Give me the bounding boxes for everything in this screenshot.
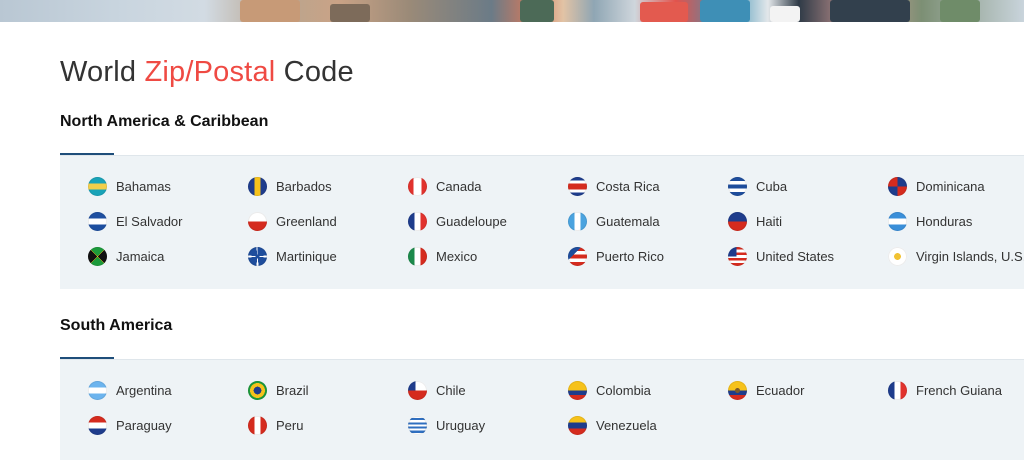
- country-link-ecuador[interactable]: Ecuador: [728, 379, 804, 401]
- country-link-puerto-rico[interactable]: Puerto Rico: [568, 245, 664, 267]
- country-name: Ecuador: [756, 382, 805, 398]
- bahamas-flag-icon: [88, 176, 107, 196]
- country-name: Guatemala: [596, 213, 660, 229]
- chile-flag-icon: [408, 380, 427, 400]
- uruguay-flag-icon: [408, 415, 427, 435]
- guadeloupe-flag-icon: [408, 211, 427, 231]
- country-name: Dominicana: [916, 178, 985, 194]
- country-link-paraguay[interactable]: Paraguay: [88, 414, 172, 436]
- country-name: Venezuela: [596, 417, 657, 433]
- country-link-virgin-islands-us[interactable]: Virgin Islands, U.S.: [888, 245, 1024, 267]
- country-list-south-america: Argentina Brazil Chile Colombia Ecuador Frenc…: [60, 359, 1024, 460]
- dominicana-flag-icon: [888, 176, 907, 196]
- french-guiana-flag-icon: [888, 380, 907, 400]
- country-link-costa-rica[interactable]: Costa Rica: [568, 175, 660, 197]
- country-name: Martinique: [276, 248, 337, 264]
- paraguay-flag-icon: [88, 415, 107, 435]
- country-name: Paraguay: [116, 417, 172, 433]
- jamaica-flag-icon: [88, 246, 107, 266]
- country-link-honduras[interactable]: Honduras: [888, 210, 972, 232]
- virgin-islands-us-flag-icon: [888, 246, 907, 266]
- puerto-rico-flag-icon: [568, 246, 587, 266]
- country-name: Uruguay: [436, 417, 486, 433]
- country-name: Jamaica: [116, 248, 165, 264]
- country-name: Greenland: [276, 213, 337, 229]
- country-link-el-salvador[interactable]: El Salvador: [88, 210, 182, 232]
- venezuela-flag-icon: [568, 415, 587, 435]
- country-link-barbados[interactable]: Barbados: [248, 175, 332, 197]
- country-link-brazil[interactable]: Brazil: [248, 379, 309, 401]
- guatemala-flag-icon: [568, 211, 587, 231]
- country-name: French Guiana: [916, 382, 1002, 398]
- page-title-accent: Zip/Postal: [144, 56, 276, 88]
- country-name: Colombia: [596, 382, 651, 398]
- country-link-martinique[interactable]: Martinique: [248, 245, 337, 267]
- country-name: Canada: [436, 178, 482, 194]
- country-link-french-guiana[interactable]: French Guiana: [888, 379, 1002, 401]
- region-title-south-america: South America: [60, 317, 173, 334]
- country-name: United States: [756, 248, 835, 264]
- barbados-flag-icon: [248, 176, 267, 196]
- country-name: Honduras: [916, 213, 973, 229]
- country-link-chile[interactable]: Chile: [408, 379, 466, 401]
- country-name: Guadeloupe: [436, 213, 507, 229]
- canada-flag-icon: [408, 176, 427, 196]
- page-title-suffix: Code: [275, 56, 354, 88]
- page-title-prefix: World: [60, 56, 145, 88]
- country-name: El Salvador: [116, 213, 183, 229]
- peru-flag-icon: [248, 415, 267, 435]
- country-link-colombia[interactable]: Colombia: [568, 379, 651, 401]
- country-name: Bahamas: [116, 178, 171, 194]
- argentina-flag-icon: [88, 380, 107, 400]
- country-link-mexico[interactable]: Mexico: [408, 245, 477, 267]
- country-link-bahamas[interactable]: Bahamas: [88, 175, 171, 197]
- country-name: Brazil: [276, 382, 309, 398]
- region-title-north-america: North America & Caribbean: [60, 113, 269, 130]
- honduras-flag-icon: [888, 211, 907, 231]
- mexico-flag-icon: [408, 246, 427, 266]
- country-name: Haiti: [756, 213, 783, 229]
- country-name: Costa Rica: [596, 178, 660, 194]
- header-banner-image: [0, 0, 1024, 22]
- country-link-united-states[interactable]: United States: [728, 245, 834, 267]
- united-states-flag-icon: [728, 246, 747, 266]
- greenland-flag-icon: [248, 211, 267, 231]
- country-link-canada[interactable]: Canada: [408, 175, 482, 197]
- ecuador-flag-icon: [728, 380, 747, 400]
- country-link-greenland[interactable]: Greenland: [248, 210, 337, 232]
- haiti-flag-icon: [728, 211, 747, 231]
- colombia-flag-icon: [568, 380, 587, 400]
- country-name: Puerto Rico: [596, 248, 664, 264]
- country-link-peru[interactable]: Peru: [248, 414, 303, 436]
- country-link-dominicana[interactable]: Dominicana: [888, 175, 985, 197]
- country-name: Virgin Islands, U.S.: [916, 248, 1024, 264]
- country-name: Chile: [436, 382, 466, 398]
- el-salvador-flag-icon: [88, 211, 107, 231]
- country-link-haiti[interactable]: Haiti: [728, 210, 782, 232]
- country-link-guadeloupe[interactable]: Guadeloupe: [408, 210, 507, 232]
- country-list-north-america: Bahamas Barbados Canada Costa Rica Cuba Domin…: [60, 155, 1024, 289]
- country-name: Barbados: [276, 178, 332, 194]
- page-title: World Zip/Postal Code: [60, 56, 354, 89]
- country-link-guatemala[interactable]: Guatemala: [568, 210, 660, 232]
- country-link-cuba[interactable]: Cuba: [728, 175, 787, 197]
- country-name: Cuba: [756, 178, 788, 194]
- country-name: Peru: [276, 417, 304, 433]
- cuba-flag-icon: [728, 176, 747, 196]
- brazil-flag-icon: [248, 380, 267, 400]
- country-link-venezuela[interactable]: Venezuela: [568, 414, 657, 436]
- country-link-argentina[interactable]: Argentina: [88, 379, 172, 401]
- martinique-flag-icon: [248, 246, 267, 266]
- costa-rica-flag-icon: [568, 176, 587, 196]
- country-name: Argentina: [116, 382, 172, 398]
- country-link-jamaica[interactable]: Jamaica: [88, 245, 164, 267]
- country-name: Mexico: [436, 248, 478, 264]
- country-link-uruguay[interactable]: Uruguay: [408, 414, 485, 436]
